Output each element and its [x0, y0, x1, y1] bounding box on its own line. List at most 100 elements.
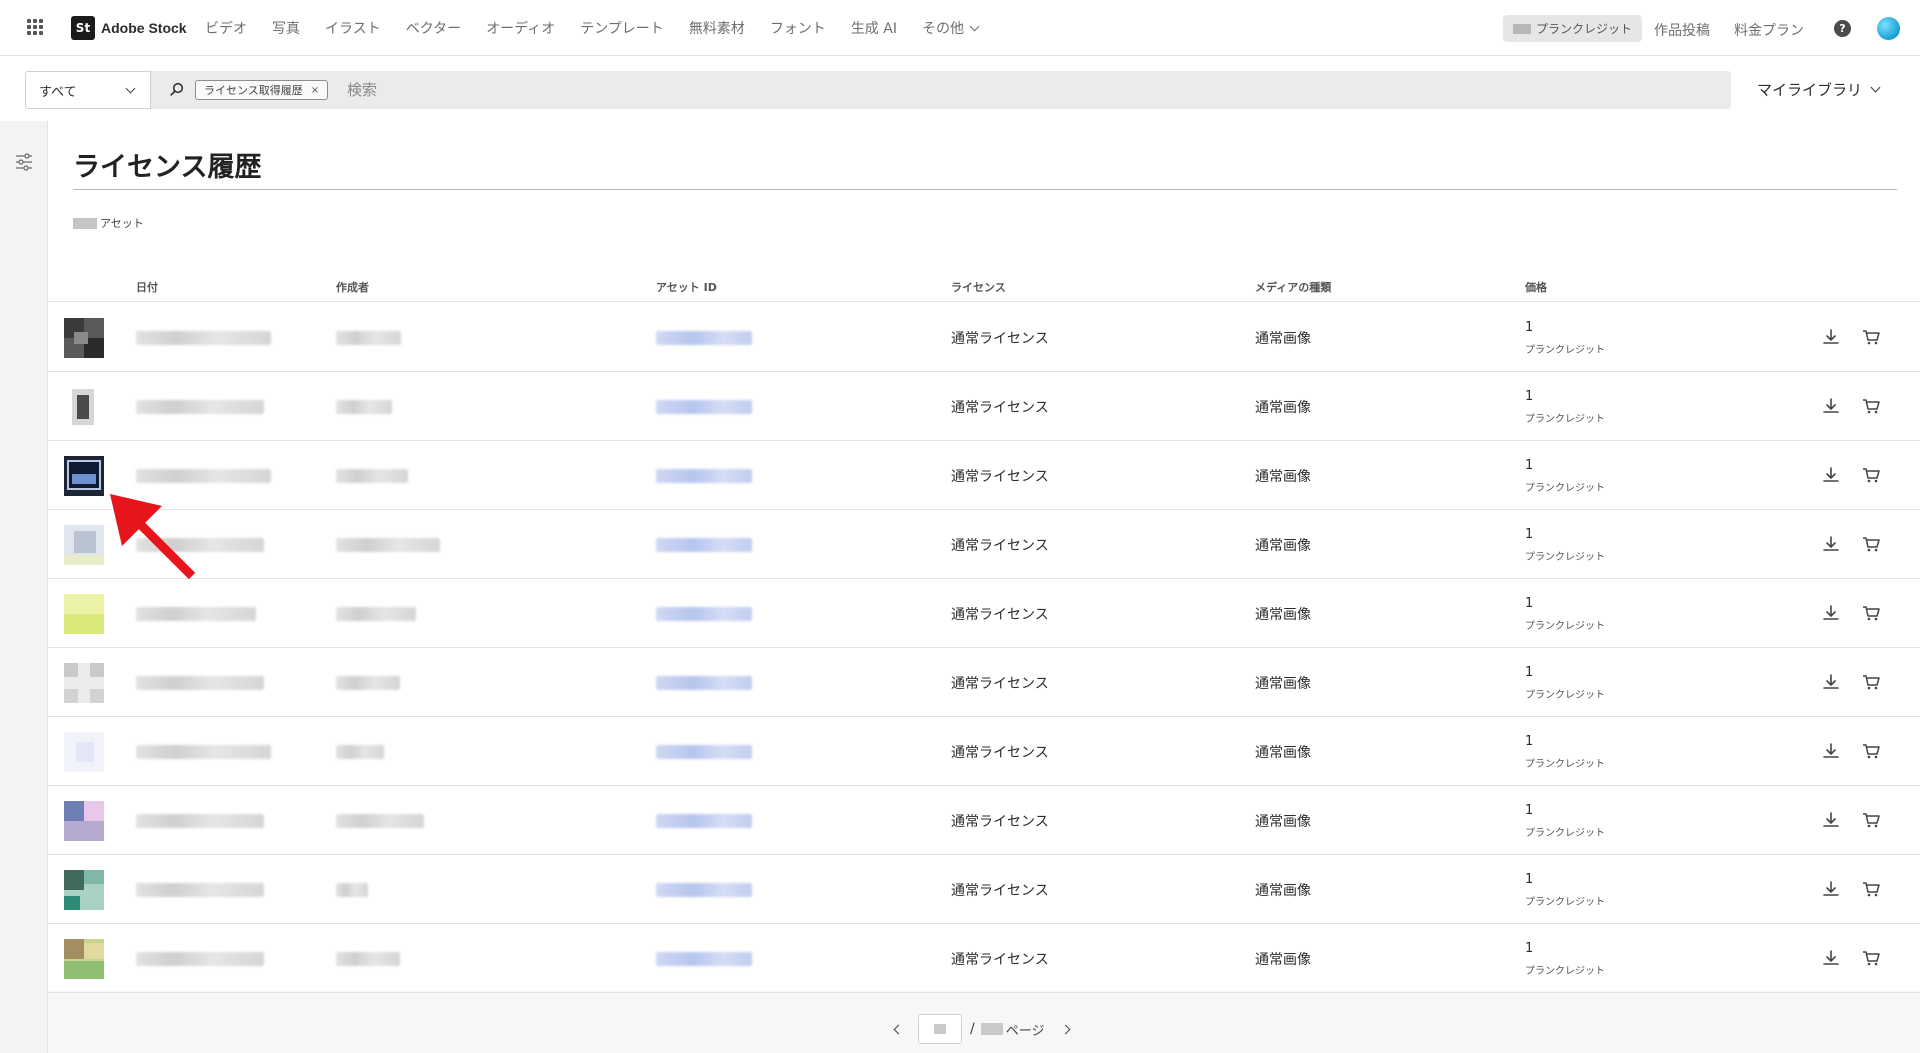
cart-icon[interactable] — [1861, 741, 1881, 761]
redacted-author[interactable] — [336, 400, 392, 414]
search-scope-select[interactable]: すべて — [25, 71, 151, 109]
asset-thumbnail[interactable] — [64, 801, 104, 841]
app-switcher-icon[interactable] — [27, 19, 43, 35]
my-library-dropdown[interactable]: マイライブラリ — [1757, 79, 1881, 100]
redacted-asset-id-link[interactable] — [656, 538, 752, 552]
nav-item-photos[interactable]: 写真 — [272, 18, 300, 38]
price-unit: プランクレジット — [1525, 483, 1605, 494]
asset-thumbnail[interactable] — [64, 870, 104, 910]
download-icon[interactable] — [1821, 741, 1841, 761]
chevron-down-icon — [969, 21, 980, 32]
asset-thumbnail[interactable] — [64, 525, 104, 565]
asset-thumbnail[interactable] — [64, 939, 104, 979]
redacted-asset-id-link[interactable] — [656, 814, 752, 828]
price-unit: プランクレジット — [1525, 345, 1605, 356]
column-header-price[interactable]: 価格 — [1525, 279, 1547, 295]
cart-icon[interactable] — [1861, 465, 1881, 485]
my-library-label: マイライブラリ — [1757, 81, 1863, 99]
asset-thumbnail[interactable] — [64, 663, 104, 703]
redacted-author[interactable] — [336, 883, 368, 897]
category-nav: ビデオ 写真 イラスト ベクター オーディオ テンプレート 無料素材 フォント … — [205, 0, 1003, 56]
column-header-asset-id[interactable]: アセット ID — [656, 279, 717, 295]
asset-thumbnail[interactable] — [64, 732, 104, 772]
download-icon[interactable] — [1821, 534, 1841, 554]
cart-icon[interactable] — [1861, 672, 1881, 692]
redacted-asset-id-link[interactable] — [656, 745, 752, 759]
asset-thumbnail[interactable] — [64, 456, 104, 496]
page-number-input[interactable] — [918, 1014, 962, 1044]
previous-page-button[interactable] — [888, 1020, 906, 1038]
avatar[interactable] — [1877, 17, 1900, 40]
nav-item-generative-ai[interactable]: 生成 AI — [851, 18, 897, 38]
download-icon[interactable] — [1821, 879, 1841, 899]
redacted-asset-id-link[interactable] — [656, 469, 752, 483]
asset-thumbnail[interactable] — [64, 387, 104, 427]
column-header-date[interactable]: 日付 — [136, 279, 158, 295]
nav-item-templates[interactable]: テンプレート — [580, 18, 664, 38]
redacted-asset-id-link[interactable] — [656, 676, 752, 690]
redacted-author[interactable] — [336, 538, 440, 552]
nav-item-vectors[interactable]: ベクター — [406, 18, 461, 38]
download-icon[interactable] — [1821, 672, 1841, 692]
nav-item-audio[interactable]: オーディオ — [486, 18, 555, 38]
column-header-media-type[interactable]: メディアの種類 — [1255, 279, 1331, 295]
redacted-asset-id-link[interactable] — [656, 952, 752, 966]
license-type: 通常ライセンス — [951, 331, 1049, 347]
redacted-author[interactable] — [336, 952, 400, 966]
close-icon[interactable]: × — [311, 85, 319, 96]
price-value: 1 — [1525, 389, 1534, 404]
search-input[interactable] — [347, 79, 947, 101]
nav-item-illustrations[interactable]: イラスト — [325, 18, 381, 38]
redacted-author[interactable] — [336, 331, 401, 345]
cart-icon[interactable] — [1861, 396, 1881, 416]
price-value: 1 — [1525, 458, 1534, 473]
redacted-asset-id-link[interactable] — [656, 400, 752, 414]
asset-thumbnail[interactable] — [64, 594, 104, 634]
table-row: 通常ライセンス 通常画像 1 プランクレジット — [48, 924, 1920, 993]
table-row: 通常ライセンス 通常画像 1 プランクレジット — [48, 372, 1920, 441]
redacted-author[interactable] — [336, 469, 408, 483]
download-icon[interactable] — [1821, 810, 1841, 830]
cart-icon[interactable] — [1861, 948, 1881, 968]
cart-icon[interactable] — [1861, 603, 1881, 623]
redacted-author[interactable] — [336, 607, 416, 621]
search-field[interactable]: ライセンス取得履歴 × — [151, 71, 1731, 109]
redacted-author[interactable] — [336, 814, 424, 828]
contribute-link[interactable]: 作品投稿 — [1654, 20, 1710, 40]
nav-item-free[interactable]: 無料素材 — [689, 18, 745, 38]
redacted-date — [136, 331, 271, 345]
pricing-link[interactable]: 料金プラン — [1734, 20, 1804, 40]
redacted-author[interactable] — [336, 676, 400, 690]
cart-icon[interactable] — [1861, 879, 1881, 899]
download-icon[interactable] — [1821, 327, 1841, 347]
download-icon[interactable] — [1821, 396, 1841, 416]
adobe-stock-logo[interactable]: St Adobe Stock — [71, 16, 187, 40]
nav-item-video[interactable]: ビデオ — [205, 18, 247, 38]
table-row: 通常ライセンス 通常画像 1 プランクレジット — [48, 648, 1920, 717]
download-icon[interactable] — [1821, 603, 1841, 623]
redacted-author[interactable] — [336, 745, 384, 759]
redacted-asset-id-link[interactable] — [656, 883, 752, 897]
download-icon[interactable] — [1821, 948, 1841, 968]
plan-credits-button[interactable]: プランクレジット — [1503, 15, 1643, 42]
price-value: 1 — [1525, 872, 1534, 887]
help-icon[interactable]: ? — [1834, 20, 1851, 37]
license-history-panel: ライセンス履歴 アセット 日付 作成者 アセット ID ライセンス メディアの種… — [48, 121, 1920, 993]
filter-sliders-icon[interactable] — [15, 153, 33, 171]
next-page-button[interactable] — [1058, 1020, 1076, 1038]
download-icon[interactable] — [1821, 465, 1841, 485]
search-scope-value: すべて — [39, 84, 77, 100]
nav-item-fonts[interactable]: フォント — [770, 18, 826, 38]
cart-icon[interactable] — [1861, 327, 1881, 347]
cart-icon[interactable] — [1861, 534, 1881, 554]
title-divider — [73, 189, 1897, 190]
filter-chip-license-history[interactable]: ライセンス取得履歴 × — [195, 80, 329, 100]
column-header-license[interactable]: ライセンス — [951, 279, 1006, 295]
cart-icon[interactable] — [1861, 810, 1881, 830]
redacted-asset-id-link[interactable] — [656, 607, 752, 621]
redacted-asset-id-link[interactable] — [656, 331, 752, 345]
column-header-author[interactable]: 作成者 — [336, 279, 369, 295]
nav-item-more[interactable]: その他 — [922, 18, 980, 38]
redacted-date — [136, 676, 264, 690]
asset-thumbnail[interactable] — [64, 318, 104, 358]
